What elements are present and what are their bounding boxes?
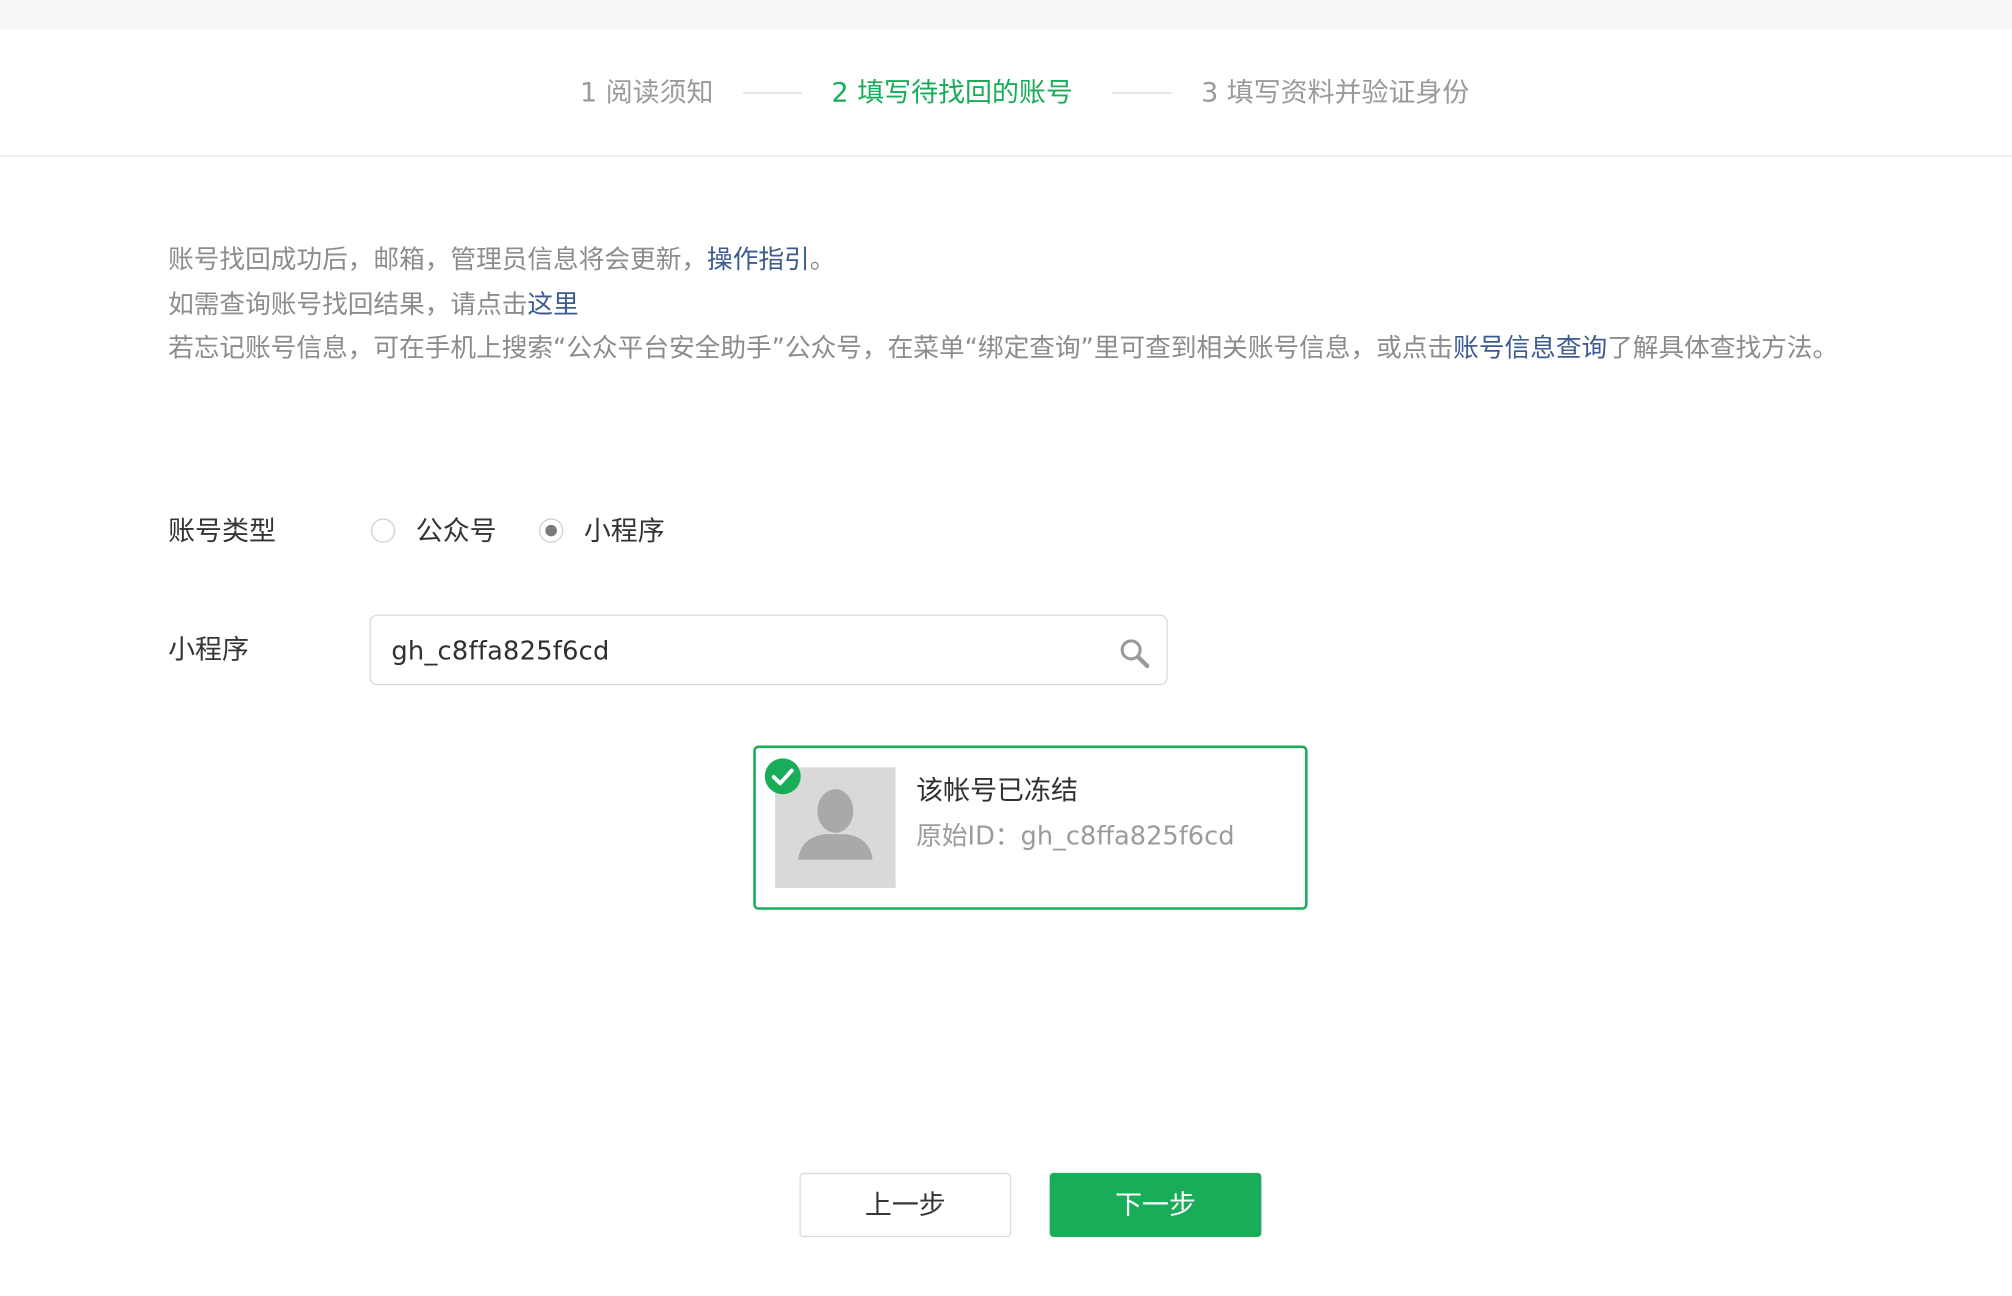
notice-text: 账号找回成功后，邮箱，管理员信息将会更新，操作指引。 如需查询账号找回结果，请点…	[168, 237, 1894, 371]
result-status-title: 该帐号已冻结	[916, 775, 1078, 806]
notice-line-2: 如需查询账号找回结果，请点击这里	[168, 282, 1894, 327]
mini-program-label: 小程序	[168, 633, 249, 665]
step-3-label: 3 填写资料并验证身份	[1201, 76, 1470, 108]
account-search-input[interactable]: gh_c8ffa825f6cd	[369, 614, 1168, 686]
step-2-label: 2 填写待找回的账号	[831, 76, 1073, 108]
notice-line-1: 账号找回成功后，邮箱，管理员信息将会更新，操作指引。	[168, 237, 1894, 282]
top-bar	[0, 0, 2012, 30]
notice-line-2-text: 如需查询账号找回结果，请点击	[168, 288, 528, 320]
step-1-label: 1 阅读须知	[580, 76, 714, 108]
notice-line-1-end: 。	[809, 243, 836, 275]
step-divider	[1112, 92, 1172, 94]
search-icon[interactable]	[1118, 636, 1151, 669]
notice-line-3: 若忘记账号信息，可在手机上搜索“公众平台安全助手”公众号，在菜单“绑定查询”里可…	[168, 326, 1894, 371]
notice-line-3-text: 若忘记账号信息，可在手机上搜索“公众平台安全助手”公众号，在菜单“绑定查询”里可…	[168, 332, 1454, 364]
radio-mini-program[interactable]	[538, 518, 564, 543]
radio-official-account[interactable]	[370, 518, 396, 543]
radio-official-account-label[interactable]: 公众号	[416, 513, 497, 549]
step-divider	[742, 92, 802, 94]
step-indicator: 1 阅读须知 2 填写待找回的账号 3 填写资料并验证身份	[0, 30, 2012, 157]
result-original-id: 原始ID：gh_c8ffa825f6cd	[916, 817, 1234, 853]
check-circle-icon	[764, 758, 801, 795]
radio-mini-program-label[interactable]: 小程序	[584, 513, 665, 549]
previous-step-button[interactable]: 上一步	[799, 1172, 1012, 1238]
operation-guide-link[interactable]: 操作指引	[707, 244, 810, 275]
notice-line-3-end: 了解具体查找方法。	[1607, 332, 1839, 364]
next-step-button[interactable]: 下一步	[1049, 1172, 1262, 1238]
account-info-query-link[interactable]: 账号信息查询	[1453, 333, 1607, 364]
search-input-value[interactable]: gh_c8ffa825f6cd	[391, 633, 609, 669]
page: 1 阅读须知 2 填写待找回的账号 3 填写资料并验证身份 账号找回成功后，邮箱…	[0, 0, 2012, 1296]
original-id-prefix: 原始ID：	[916, 819, 1021, 851]
notice-line-1-text: 账号找回成功后，邮箱，管理员信息将会更新，	[168, 243, 708, 275]
account-type-label: 账号类型	[168, 515, 276, 547]
here-link[interactable]: 这里	[527, 288, 578, 319]
original-id-value: gh_c8ffa825f6cd	[1020, 819, 1235, 851]
